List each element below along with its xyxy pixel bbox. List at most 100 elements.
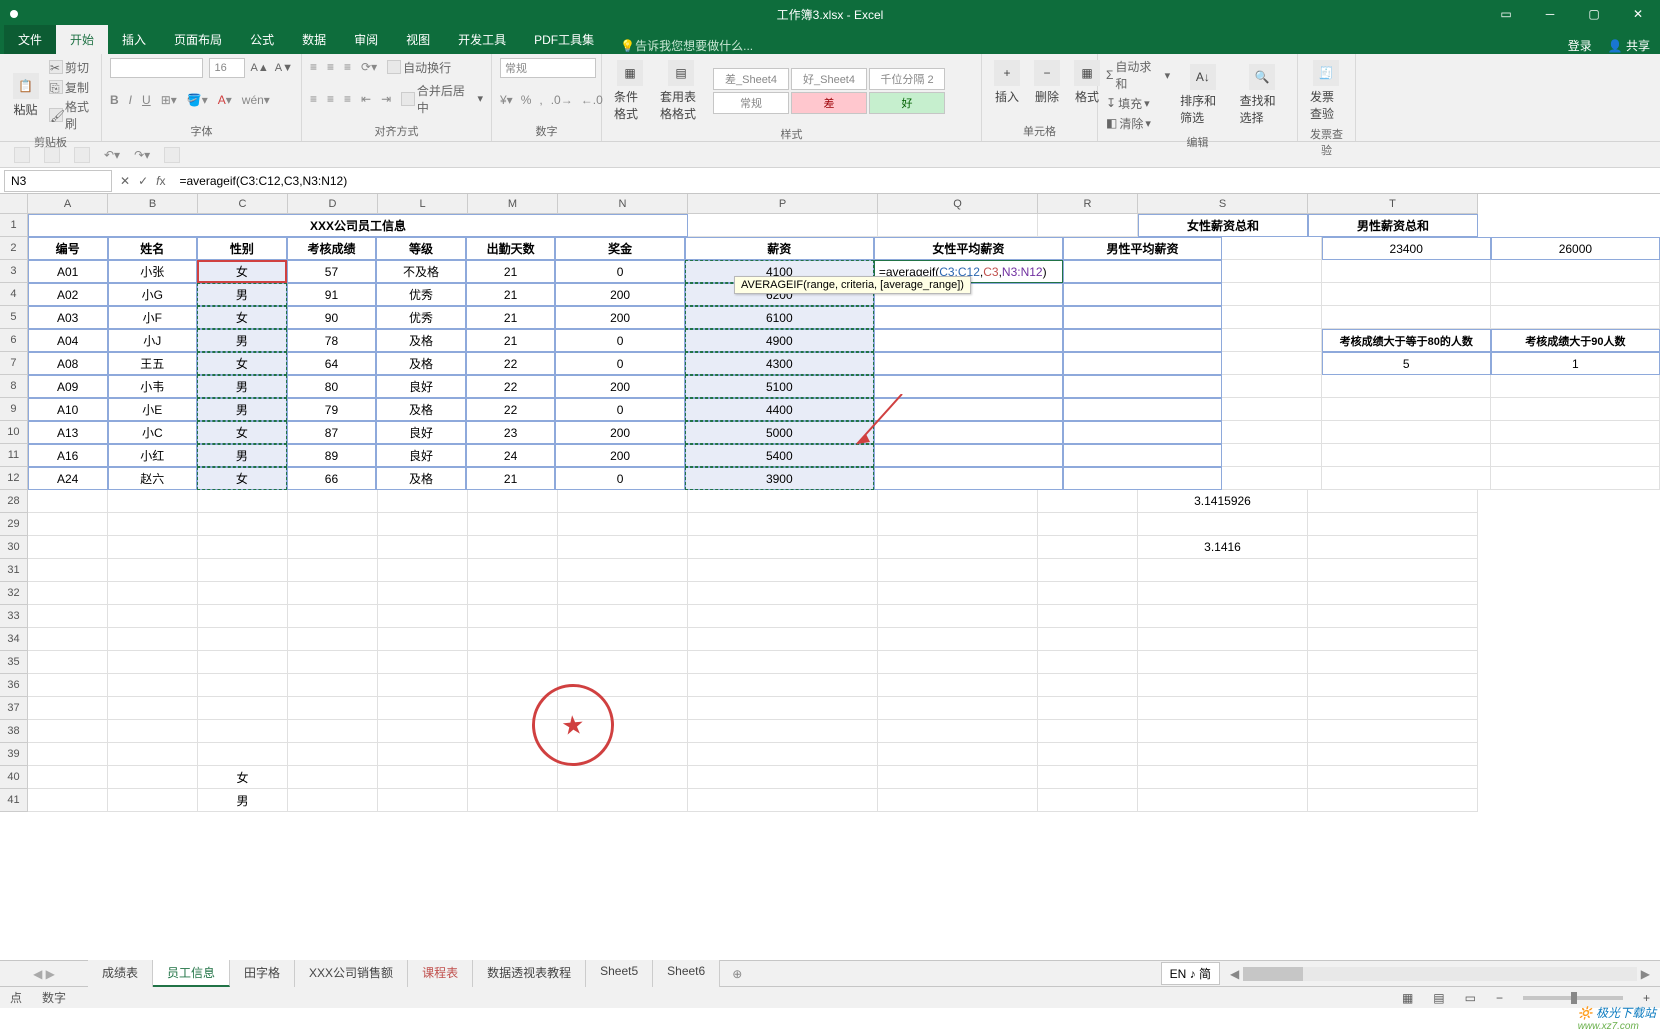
align-bot-icon[interactable]: ≡ <box>344 60 351 74</box>
maximize-icon[interactable]: ▢ <box>1572 0 1616 28</box>
col-header-T[interactable]: T <box>1308 194 1478 214</box>
wrap-text-button[interactable]: 自动换行 <box>387 58 451 76</box>
indent-inc-icon[interactable]: ⇥ <box>381 92 391 106</box>
view-normal-icon[interactable]: ▦ <box>1402 991 1413 1005</box>
fx-icon[interactable]: fx <box>156 174 165 188</box>
tab-view[interactable]: 视图 <box>392 25 444 54</box>
inc-decimal-icon[interactable]: .0→ <box>551 93 573 107</box>
col-header-P[interactable]: P <box>688 194 878 214</box>
name-box[interactable]: N3 <box>4 170 112 192</box>
col-header-N[interactable]: N <box>558 194 688 214</box>
fill-color-button[interactable]: 🪣▾ <box>187 93 208 107</box>
style-good-sheet4[interactable]: 好_Sheet4 <box>791 68 867 90</box>
col-header-A[interactable]: A <box>28 194 108 214</box>
hscroll-right-icon[interactable]: ▶ <box>1641 967 1650 981</box>
tab-file[interactable]: 文件 <box>4 25 56 54</box>
sheet-tab-6[interactable]: Sheet5 <box>586 960 653 987</box>
font-name-combo[interactable] <box>110 58 203 78</box>
select-all-corner[interactable] <box>0 194 28 214</box>
zoom-out-icon[interactable]: − <box>1496 991 1503 1005</box>
align-left-icon[interactable]: ≡ <box>310 92 317 106</box>
align-top-icon[interactable]: ≡ <box>310 60 317 74</box>
style-bad[interactable]: 差 <box>791 92 867 114</box>
zoom-in-icon[interactable]: + <box>1643 991 1650 1005</box>
ime-indicator[interactable]: EN ♪ 简 <box>1161 962 1220 985</box>
style-bad-sheet4[interactable]: 差_Sheet4 <box>713 68 789 90</box>
formula-input[interactable]: =averageif(C3:C12,C3,N3:N12) <box>173 174 1660 188</box>
col-header-L[interactable]: L <box>378 194 468 214</box>
enter-formula-icon[interactable]: ✓ <box>138 174 148 188</box>
sheet-tab-0[interactable]: 成绩表 <box>88 960 153 987</box>
style-good[interactable]: 好 <box>869 92 945 114</box>
qat-undo2-icon[interactable]: ↶▾ <box>104 148 120 162</box>
font-color-button[interactable]: A▾ <box>218 93 232 107</box>
conditional-format-button[interactable]: ▦条件格式 <box>610 58 650 124</box>
zoom-slider[interactable] <box>1523 996 1623 1000</box>
dec-decimal-icon[interactable]: ←.0 <box>581 93 603 107</box>
decrease-font-icon[interactable]: A▼ <box>275 59 293 77</box>
cancel-formula-icon[interactable]: ✕ <box>120 174 130 188</box>
merge-button[interactable]: 合并后居中▾ <box>401 82 483 116</box>
sheet-tab-2[interactable]: 田字格 <box>230 960 295 987</box>
increase-font-icon[interactable]: A▲ <box>251 59 269 77</box>
sheet-tab-3[interactable]: XXX公司销售额 <box>295 960 408 987</box>
login-link[interactable]: 登录 <box>1568 37 1592 54</box>
insert-cells-button[interactable]: +插入 <box>990 58 1024 107</box>
sheet-tab-7[interactable]: Sheet6 <box>653 960 720 987</box>
cut-button[interactable]: ✂剪切 <box>49 58 93 76</box>
align-mid-icon[interactable]: ≡ <box>327 60 334 74</box>
bold-button[interactable]: B <box>110 93 119 107</box>
invoice-check-button[interactable]: 🧾发票查验 <box>1306 58 1346 124</box>
clear-button[interactable]: ◧ 清除▾ <box>1106 114 1170 132</box>
font-size-combo[interactable]: 16 <box>209 58 244 78</box>
view-break-icon[interactable]: ▭ <box>1465 991 1476 1005</box>
style-thousands[interactable]: 千位分隔 2 <box>869 68 945 90</box>
italic-button[interactable]: I <box>129 93 132 107</box>
qat-redo-icon[interactable] <box>74 147 90 163</box>
qat-undo-icon[interactable] <box>44 147 60 163</box>
percent-icon[interactable]: % <box>521 93 532 107</box>
tab-insert[interactable]: 插入 <box>108 25 160 54</box>
share-button[interactable]: 👤 共享 <box>1608 37 1650 54</box>
sheet-tab-1[interactable]: 员工信息 <box>153 960 230 987</box>
col-header-S[interactable]: S <box>1138 194 1308 214</box>
copy-button[interactable]: ⎘复制 <box>49 78 93 96</box>
ribbon-options-icon[interactable]: ▭ <box>1484 0 1528 28</box>
hscrollbar[interactable] <box>1243 967 1637 981</box>
qat-save-icon[interactable] <box>14 147 30 163</box>
fill-button[interactable]: ↧ 填充▾ <box>1106 94 1170 112</box>
underline-button[interactable]: U <box>142 93 151 107</box>
col-header-R[interactable]: R <box>1038 194 1138 214</box>
border-button[interactable]: ⊞▾ <box>161 93 177 107</box>
sheet-tab-4[interactable]: 课程表 <box>408 960 473 987</box>
phonetic-button[interactable]: wén▾ <box>242 93 270 107</box>
align-right-icon[interactable]: ≡ <box>344 92 351 106</box>
tab-review[interactable]: 审阅 <box>340 25 392 54</box>
align-center-icon[interactable]: ≡ <box>327 92 334 106</box>
table-format-button[interactable]: ▤套用表格格式 <box>656 58 706 124</box>
orientation-icon[interactable]: ⟳▾ <box>361 60 377 74</box>
currency-icon[interactable]: ¥▾ <box>500 93 513 107</box>
delete-cells-button[interactable]: −删除 <box>1030 58 1064 107</box>
tell-me[interactable]: 💡 告诉我您想要做什么... <box>620 37 753 54</box>
tab-home[interactable]: 开始 <box>56 25 108 54</box>
style-normal[interactable]: 常规 <box>713 92 789 114</box>
tab-data[interactable]: 数据 <box>288 25 340 54</box>
col-header-M[interactable]: M <box>468 194 558 214</box>
qat-redo2-icon[interactable]: ↷▾ <box>134 148 150 162</box>
tab-dev[interactable]: 开发工具 <box>444 25 520 54</box>
col-header-Q[interactable]: Q <box>878 194 1038 214</box>
hscroll-left-icon[interactable]: ◀ <box>1230 967 1239 981</box>
minimize-icon[interactable]: ─ <box>1528 0 1572 28</box>
close-icon[interactable]: ✕ <box>1616 0 1660 28</box>
view-layout-icon[interactable]: ▤ <box>1433 991 1444 1005</box>
format-painter-button[interactable]: 🖌格式刷 <box>49 98 93 132</box>
comma-icon[interactable]: , <box>539 93 542 107</box>
spreadsheet-grid[interactable]: ABCDLMNPQRST1XXX公司员工信息女性薪资总和男性薪资总和2编号姓名性… <box>0 194 1660 960</box>
number-format-combo[interactable]: 常规 <box>500 58 596 78</box>
sheet-tab-5[interactable]: 数据透视表教程 <box>473 960 586 987</box>
sheet-nav[interactable]: ◀ ▶ <box>0 967 88 981</box>
find-select-button[interactable]: 🔍查找和选择 <box>1236 62 1289 128</box>
qat-preview-icon[interactable] <box>164 147 180 163</box>
tab-pdf[interactable]: PDF工具集 <box>520 25 608 54</box>
